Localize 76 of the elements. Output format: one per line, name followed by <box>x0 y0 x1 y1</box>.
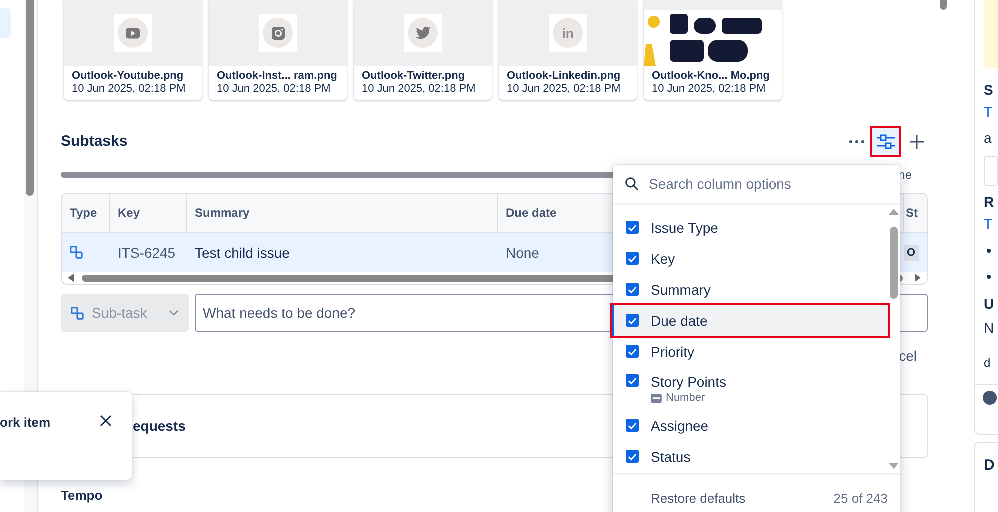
file-date: 10 Jun 2025, 02:18 PM <box>361 82 477 95</box>
input-field[interactable] <box>984 156 998 186</box>
panel-link[interactable]: T <box>984 216 998 238</box>
checkbox[interactable] <box>626 419 639 432</box>
camera-icon <box>263 18 293 48</box>
file-name: Outlook-Kno... Mo.png <box>651 69 771 82</box>
panel-text: a <box>984 130 993 148</box>
panel-text: d <box>984 356 992 372</box>
column-option[interactable]: Due date <box>612 305 888 336</box>
table-cell-text: None <box>505 244 540 260</box>
column-header[interactable]: Type <box>62 194 110 232</box>
checkbox[interactable] <box>626 314 639 327</box>
attachment-card[interactable]: Outlook-Inst... ram.png 10 Jun 2025, 02:18 PM <box>209 0 347 100</box>
close-icon[interactable] <box>100 415 112 427</box>
checkbox[interactable] <box>626 374 639 387</box>
number-icon <box>651 394 662 402</box>
file-name: Outlook-Linkedin.png <box>506 69 622 82</box>
file-date: 10 Jun 2025, 02:18 PM <box>506 82 622 95</box>
bird-icon <box>408 18 438 48</box>
column-header[interactable]: Summary <box>187 194 498 232</box>
panel-heading: U <box>984 296 996 314</box>
checkbox[interactable] <box>626 283 639 296</box>
section-title: Tempo <box>61 488 103 503</box>
sliders-icon <box>876 134 894 150</box>
checkbox[interactable] <box>626 221 639 234</box>
bullet-icon <box>987 275 991 279</box>
checkbox[interactable] <box>626 252 639 265</box>
column-header[interactable]: Key <box>110 194 187 232</box>
field-type: Number <box>666 392 706 404</box>
checkbox[interactable] <box>626 345 639 358</box>
file-date: 10 Jun 2025, 02:18 PM <box>651 82 767 95</box>
file-name: Outlook-Twitter.png <box>361 69 466 82</box>
column-header[interactable]: St <box>904 194 927 232</box>
search-icon <box>625 177 639 191</box>
scrollbar-thumb[interactable] <box>890 227 898 299</box>
attachment-card[interactable]: in Outlook-Linkedin.png 10 Jun 2025, 02:18 PM <box>499 0 637 100</box>
play-icon <box>118 18 148 48</box>
column-options-button[interactable] <box>870 126 901 157</box>
attachment-card[interactable]: Outlook-Twitter.png 10 Jun 2025, 02:18 PM <box>354 0 492 100</box>
logo-icon: in <box>553 18 583 48</box>
toast-title: ork item <box>0 415 51 430</box>
panel-heading: S <box>984 82 994 100</box>
scroll-left-icon[interactable] <box>68 274 74 282</box>
file-date: 10 Jun 2025, 02:18 PM <box>71 82 187 95</box>
table-cell-text: ITS-6245 <box>117 244 177 260</box>
checkbox[interactable] <box>626 450 639 463</box>
search-field[interactable]: Search column options <box>647 175 900 193</box>
panel-heading: R <box>984 194 996 212</box>
bullet-icon <box>987 249 991 253</box>
attachment-card[interactable]: Outlook-Youtube.png 10 Jun 2025, 02:18 PM <box>64 0 202 100</box>
column-option[interactable]: Priority <box>613 336 888 367</box>
file-name: Outlook-Youtube.png <box>71 69 185 82</box>
subtask-icon <box>71 306 84 320</box>
column-count: 25 of 243 <box>834 490 888 506</box>
info-icon[interactable] <box>983 391 997 405</box>
panel-text: N <box>984 320 996 338</box>
table-cell-text: Test child issue <box>194 244 291 260</box>
file-date: 10 Jun 2025, 02:18 PM <box>216 82 332 95</box>
notice-banner <box>984 0 998 68</box>
chevron-down-icon <box>169 310 179 316</box>
column-option[interactable]: Key <box>613 243 888 274</box>
subtask-icon <box>70 246 83 259</box>
scrollbar-thumb[interactable] <box>26 0 34 196</box>
status-lozenge[interactable]: O <box>904 244 919 260</box>
section-title: Subtasks <box>61 133 128 150</box>
cancel-button[interactable]: cel <box>899 348 917 364</box>
section-title: equests <box>133 418 186 434</box>
more-icon[interactable] <box>849 140 865 144</box>
restore-defaults-button[interactable]: Restore defaults <box>651 490 746 506</box>
column-option[interactable]: Assignee <box>613 410 888 441</box>
panel-heading: D <box>984 457 996 474</box>
scrollbar-thumb[interactable] <box>940 0 947 10</box>
file-name: Outlook-Inst... ram.png <box>216 69 338 82</box>
scroll-right-icon[interactable] <box>915 274 921 282</box>
add-icon[interactable] <box>909 134 925 150</box>
panel-link[interactable]: T <box>984 104 998 126</box>
